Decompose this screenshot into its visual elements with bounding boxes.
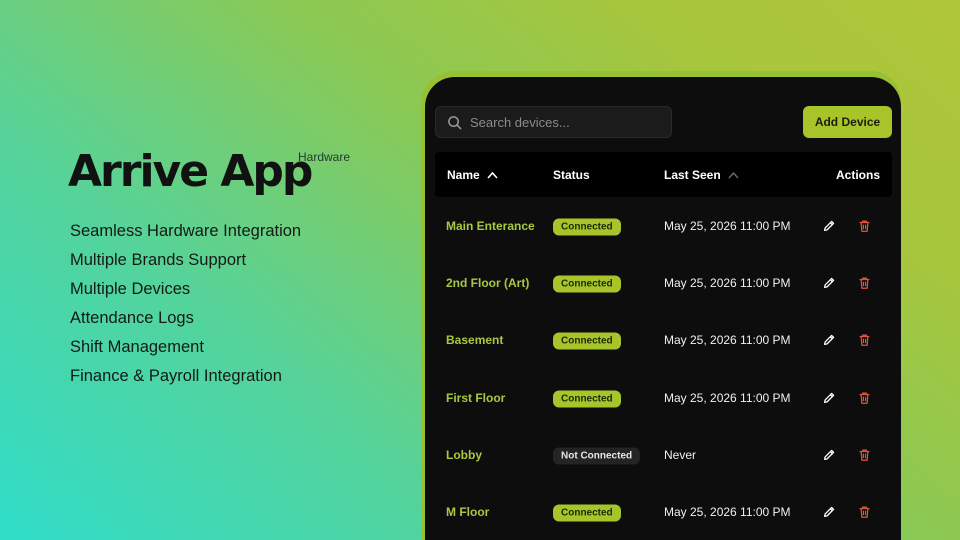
status-badge: Not Connected <box>553 447 641 465</box>
feature-item: Attendance Logs <box>70 309 194 327</box>
device-name[interactable]: Main Enterance <box>446 219 535 233</box>
feature-list: Seamless Hardware Integration Multiple B… <box>70 220 398 394</box>
toolbar: Add Device <box>435 106 892 138</box>
table-row: Main Enterance Connected May 25, 2026 11… <box>435 197 892 254</box>
table-row: First Floor Connected May 25, 2026 11:00… <box>435 369 892 426</box>
last-seen: Never <box>664 447 697 462</box>
brand: Arrive App Hardware <box>68 146 350 198</box>
edit-icon[interactable] <box>822 505 836 519</box>
status-badge: Connected <box>553 504 621 522</box>
app-title: Arrive App <box>68 146 313 197</box>
edit-icon[interactable] <box>822 448 836 462</box>
add-device-button[interactable]: Add Device <box>803 106 892 138</box>
edit-icon[interactable] <box>822 219 836 233</box>
status-badge: Connected <box>553 275 621 293</box>
device-name[interactable]: First Floor <box>446 391 505 405</box>
last-seen: May 25, 2026 11:00 PM <box>664 218 791 233</box>
sort-icon <box>728 171 739 179</box>
delete-icon[interactable] <box>858 391 871 405</box>
search-input[interactable] <box>470 114 660 130</box>
device-name[interactable]: Basement <box>446 333 503 347</box>
feature-item: Seamless Hardware Integration <box>70 222 302 240</box>
status-badge: Connected <box>553 218 621 236</box>
device-name[interactable]: M Floor <box>446 505 489 519</box>
table-row: 2nd Floor (Art) Connected May 25, 2026 1… <box>435 254 892 311</box>
edit-icon[interactable] <box>822 333 836 347</box>
table-header: Name Status Last Seen Actions <box>435 152 892 197</box>
status-cell: Connected <box>553 503 621 522</box>
status-cell: Connected <box>553 388 621 408</box>
status-cell: Connected <box>553 216 621 236</box>
last-seen: May 25, 2026 11:00 PM <box>664 505 791 520</box>
table-row: M Floor Connected May 25, 2026 11:00 PM <box>435 483 892 540</box>
delete-icon[interactable] <box>858 333 871 347</box>
hero-section: Arrive App Hardware Seamless Hardware In… <box>68 146 398 394</box>
feature-item: Multiple Devices <box>70 280 191 298</box>
last-seen: May 25, 2026 11:00 PM <box>664 333 791 348</box>
search-icon <box>447 115 462 130</box>
status-cell: Connected <box>553 273 621 293</box>
column-status: Status <box>553 168 590 182</box>
feature-item: Shift Management <box>70 338 204 356</box>
edit-icon[interactable] <box>822 391 836 405</box>
table-row: Lobby Not Connected Never <box>435 426 892 483</box>
delete-icon[interactable] <box>858 276 871 290</box>
device-frame: Add Device Name Status Last Seen Actions <box>425 77 901 540</box>
column-last-seen[interactable]: Last Seen <box>664 168 739 182</box>
status-cell: Not Connected <box>553 445 641 465</box>
column-last-seen-label: Last Seen <box>664 167 721 182</box>
last-seen: May 25, 2026 11:00 PM <box>664 390 791 405</box>
edit-icon[interactable] <box>822 276 836 290</box>
device-name[interactable]: 2nd Floor (Art) <box>446 276 529 290</box>
devices-panel: Add Device Name Status Last Seen Actions <box>435 106 892 540</box>
status-badge: Connected <box>553 390 621 408</box>
device-name[interactable]: Lobby <box>446 448 482 462</box>
last-seen: May 25, 2026 11:00 PM <box>664 275 791 290</box>
search-box[interactable] <box>435 106 672 138</box>
column-actions-label: Actions <box>835 167 880 182</box>
delete-icon[interactable] <box>858 448 871 462</box>
column-actions: Actions <box>836 168 880 182</box>
hardware-tag: Hardware <box>298 150 351 164</box>
delete-icon[interactable] <box>858 505 871 519</box>
status-cell: Connected <box>553 331 621 350</box>
column-status-label: Status <box>553 167 590 182</box>
column-name[interactable]: Name <box>447 168 498 182</box>
table-row: Basement Connected May 25, 2026 11:00 PM <box>435 312 892 369</box>
feature-item: Multiple Brands Support <box>70 251 247 269</box>
devices-table-body: Main Enterance Connected May 25, 2026 11… <box>435 197 892 540</box>
delete-icon[interactable] <box>858 219 871 233</box>
column-name-label: Name <box>447 167 480 182</box>
feature-item: Finance & Payroll Integration <box>70 367 282 385</box>
sort-ascending-icon <box>487 171 498 179</box>
status-badge: Connected <box>553 332 621 350</box>
